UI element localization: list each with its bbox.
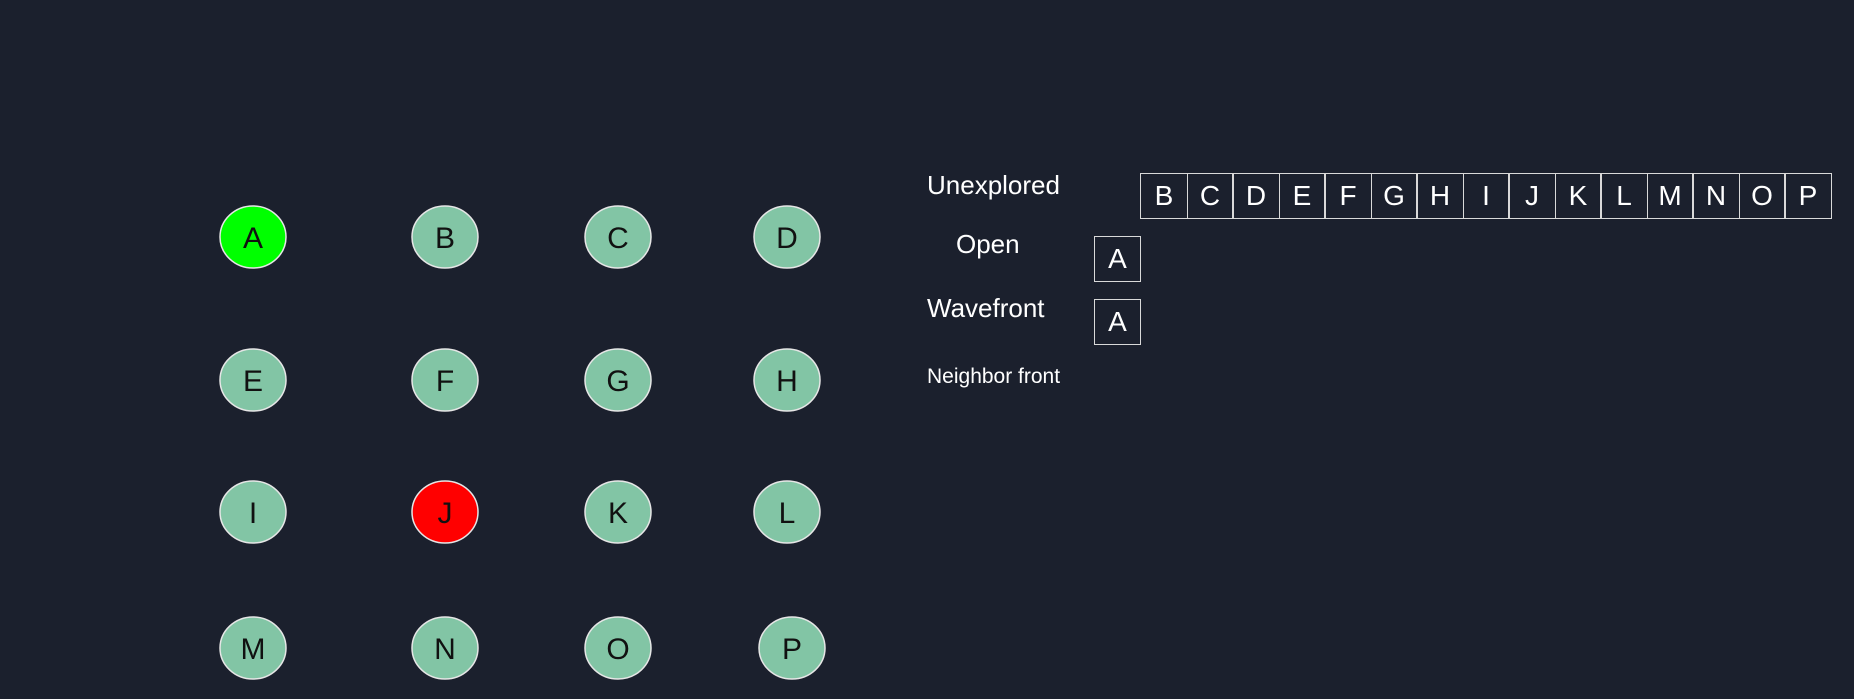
unexplored-cell: K — [1554, 173, 1602, 219]
unexplored-cell: H — [1416, 173, 1464, 219]
node-label: C — [607, 222, 629, 255]
graph-node-a: A — [219, 205, 287, 269]
graph-node-j: J — [411, 480, 479, 544]
graph-node-i: I — [219, 480, 287, 544]
unexplored-cell: M — [1646, 173, 1694, 219]
wavefront-list: A — [1094, 299, 1141, 345]
graph-node-d: D — [753, 205, 821, 269]
node-label: B — [435, 222, 455, 255]
unexplored-cell: I — [1462, 173, 1510, 219]
unexplored-cell: L — [1600, 173, 1648, 219]
node-label: L — [779, 497, 796, 530]
wavefront-cell: A — [1094, 299, 1141, 345]
open-cell: A — [1094, 236, 1141, 282]
node-label: K — [608, 497, 628, 530]
graph-node-m: M — [219, 616, 287, 680]
unexplored-cell: E — [1278, 173, 1326, 219]
unexplored-cell: F — [1324, 173, 1372, 219]
node-label: D — [776, 222, 798, 255]
neighbor-front-label: Neighbor front — [927, 365, 1061, 388]
unexplored-cell: B — [1140, 173, 1188, 219]
node-label: G — [606, 365, 629, 398]
node-graph: A B C D E F G H I J K L M N O P — [219, 205, 826, 680]
unexplored-cell: N — [1692, 173, 1740, 219]
graph-node-h: H — [753, 348, 821, 412]
unexplored-list: BCDEFGHIJKLMNOP — [1140, 173, 1832, 219]
open-list: A — [1094, 236, 1141, 282]
open-label: Open — [956, 229, 1020, 259]
node-label: I — [249, 497, 257, 530]
graph-node-f: F — [411, 348, 479, 412]
node-label: F — [436, 365, 454, 398]
node-label: A — [243, 222, 263, 255]
unexplored-cell: G — [1370, 173, 1418, 219]
wavefront-label: Wavefront — [927, 293, 1045, 323]
unexplored-cell: P — [1784, 173, 1832, 219]
graph-node-o: O — [584, 616, 652, 680]
graph-node-n: N — [411, 616, 479, 680]
node-label: J — [438, 497, 453, 530]
node-label: E — [243, 365, 263, 398]
graph-node-p: P — [758, 616, 826, 680]
unexplored-cell: C — [1186, 173, 1234, 219]
unexplored-cell: O — [1738, 173, 1786, 219]
node-label: N — [434, 633, 456, 666]
node-label: H — [776, 365, 798, 398]
node-label: O — [606, 633, 629, 666]
node-label: P — [782, 633, 802, 666]
unexplored-label: Unexplored — [927, 170, 1060, 200]
graph-node-c: C — [584, 205, 652, 269]
graph-node-l: L — [753, 480, 821, 544]
graph-node-b: B — [411, 205, 479, 269]
unexplored-cell: D — [1232, 173, 1280, 219]
graph-node-e: E — [219, 348, 287, 412]
search-visualization: ABCDEFGHIJKLMNOP Unexplored BCDEFGHIJKLM… — [0, 0, 1854, 699]
graph-node-k: K — [584, 480, 652, 544]
node-label: M — [241, 633, 266, 666]
graph-node-g: G — [584, 348, 652, 412]
unexplored-cell: J — [1508, 173, 1556, 219]
